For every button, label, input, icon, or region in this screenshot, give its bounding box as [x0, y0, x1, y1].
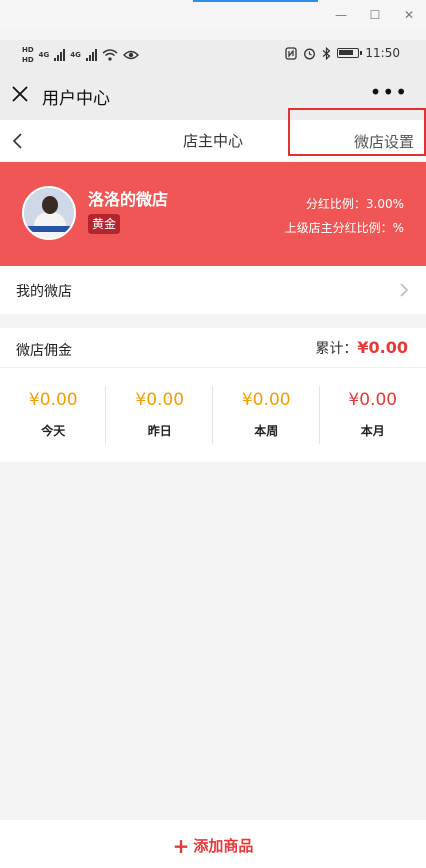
- add-product-label: 添加商品: [193, 837, 254, 855]
- dividend-ratio: 分红比例：3.00%: [305, 197, 404, 211]
- more-menu-icon[interactable]: •••: [370, 80, 408, 104]
- total-label: 累计：: [315, 341, 358, 357]
- chevron-right-icon: [400, 283, 409, 297]
- my-shop-row[interactable]: 我的微店: [0, 266, 426, 314]
- stat-today[interactable]: ¥0.00 今天: [0, 368, 107, 462]
- stat-this-week[interactable]: ¥0.00 本周: [213, 368, 320, 462]
- stat-amount: ¥0.00: [241, 390, 291, 410]
- battery-icon: [337, 48, 363, 58]
- alarm-icon: [304, 48, 316, 59]
- stat-yesterday[interactable]: ¥0.00 昨日: [107, 368, 214, 462]
- total-value: ¥0.00: [357, 338, 408, 357]
- my-shop-label: 我的微店: [16, 284, 72, 300]
- avatar[interactable]: [22, 186, 76, 240]
- stat-amount: ¥0.00: [135, 390, 185, 410]
- commission-stats: ¥0.00 今天 ¥0.00 昨日 ¥0.00 本周 ¥0.00 本月: [0, 368, 426, 462]
- eye-icon: [122, 50, 139, 60]
- stat-amount: ¥0.00: [28, 390, 78, 410]
- status-left: HD HD 4G 4G: [22, 46, 139, 64]
- bottom-bar: + 添加商品: [0, 820, 426, 868]
- stat-period: 本周: [254, 424, 279, 438]
- commission-label: 微店佣金: [16, 343, 72, 359]
- wifi-icon: [102, 49, 118, 61]
- maximize-icon[interactable]: ☐: [366, 6, 384, 24]
- bluetooth-icon: [323, 46, 331, 60]
- stat-period: 昨日: [147, 424, 172, 438]
- highlight-box: [288, 108, 426, 156]
- window-accent-line: [193, 0, 318, 2]
- hd-indicators: HD HD: [22, 46, 34, 64]
- shop-banner: 洛洛的微店 黄金 分红比例：3.00% 上级店主分红比例：%: [0, 162, 426, 266]
- hd-icon: HD: [22, 56, 34, 64]
- stat-period: 本月: [360, 424, 385, 438]
- commission-header: 微店佣金 累计：¥0.00: [0, 328, 426, 368]
- parent-dividend-ratio: 上级店主分红比例：%: [284, 221, 404, 235]
- stat-divider: [319, 386, 320, 444]
- stat-amount: ¥0.00: [348, 390, 398, 410]
- minimize-icon[interactable]: —: [332, 6, 350, 24]
- window-close-icon[interactable]: ✕: [400, 6, 418, 24]
- level-badge: 黄金: [88, 214, 121, 234]
- shop-name: 洛洛的微店: [88, 190, 169, 209]
- nfc-icon: [285, 46, 298, 60]
- stat-divider: [212, 386, 213, 444]
- add-product-button[interactable]: + 添加商品: [0, 834, 426, 858]
- commission-panel: 微店佣金 累计：¥0.00 ¥0.00 今天 ¥0.00 昨日 ¥0.00 本周…: [0, 328, 426, 462]
- status-bar: HD HD 4G 4G 11:50: [0, 40, 426, 72]
- avatar-head: [42, 196, 58, 214]
- commission-total: 累计：¥0.00: [315, 338, 408, 358]
- close-icon[interactable]: [10, 84, 30, 104]
- signal-icon: [54, 49, 66, 61]
- network-type-label: 4G: [70, 51, 81, 59]
- window-titlebar: — ☐ ✕: [0, 0, 426, 30]
- signal-icon: [85, 49, 97, 61]
- network-type-label: 4G: [38, 51, 50, 59]
- avatar-stripe: [24, 226, 74, 232]
- app-title: 用户中心: [42, 89, 110, 109]
- stat-period: 今天: [41, 424, 66, 438]
- plus-icon: +: [172, 834, 190, 858]
- stat-this-month[interactable]: ¥0.00 本月: [320, 368, 426, 462]
- hd-icon: HD: [22, 46, 34, 54]
- status-right: 11:50: [285, 46, 400, 60]
- app-frame: — ☐ ✕ HD HD 4G 4G 11:50 用户中心 ••• 店主中心 微店…: [0, 0, 426, 868]
- stat-divider: [105, 386, 106, 444]
- clock: 11:50: [365, 46, 400, 60]
